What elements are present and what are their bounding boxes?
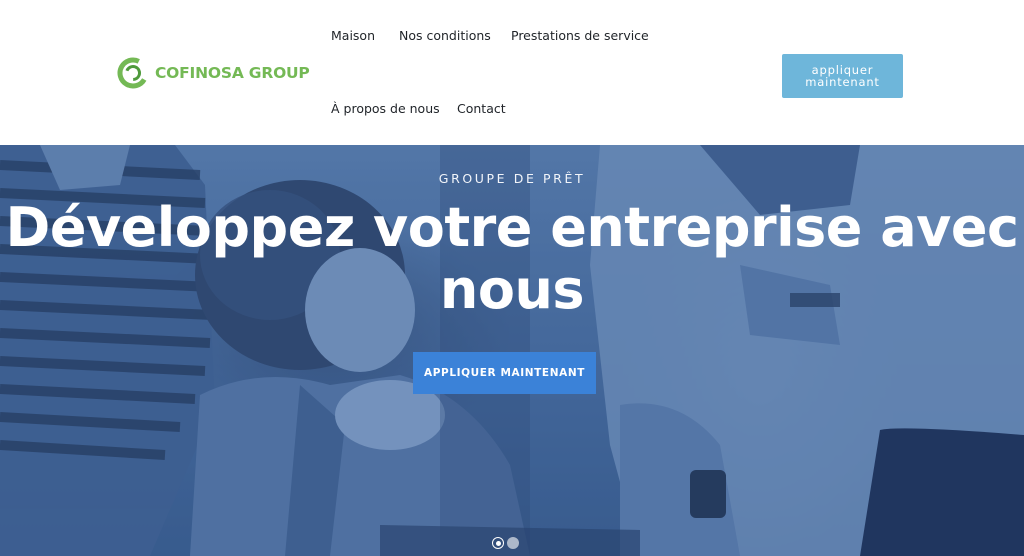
logo-link[interactable]: COFINOSA GROUP xyxy=(117,57,310,89)
slider-dot-1[interactable] xyxy=(492,537,504,549)
header-apply-button[interactable]: appliquer maintenant xyxy=(782,54,903,98)
logo-text: COFINOSA GROUP xyxy=(155,64,310,82)
hero-overline: GROUPE DE PRÊT xyxy=(438,171,586,186)
cofinosa-logo-icon xyxy=(117,57,149,89)
slider-pagination xyxy=(492,537,519,549)
nav-link-prestations[interactable]: Prestations de service xyxy=(511,28,649,43)
nav-link-conditions[interactable]: Nos conditions xyxy=(399,28,491,43)
hero-title: Développez votre entreprise avec nous xyxy=(5,196,1019,321)
hero-banner: GROUPE DE PRÊT Développez votre entrepri… xyxy=(0,145,1024,556)
site-header: COFINOSA GROUP Maison Nos conditions Pre… xyxy=(0,0,1024,145)
nav-link-a-propos[interactable]: À propos de nous xyxy=(331,101,440,116)
nav-link-maison[interactable]: Maison xyxy=(331,28,375,43)
nav-link-contact[interactable]: Contact xyxy=(457,101,506,116)
slider-dot-2[interactable] xyxy=(507,537,519,549)
hero-apply-button[interactable]: APPLIQUER MAINTENANT xyxy=(413,352,596,394)
